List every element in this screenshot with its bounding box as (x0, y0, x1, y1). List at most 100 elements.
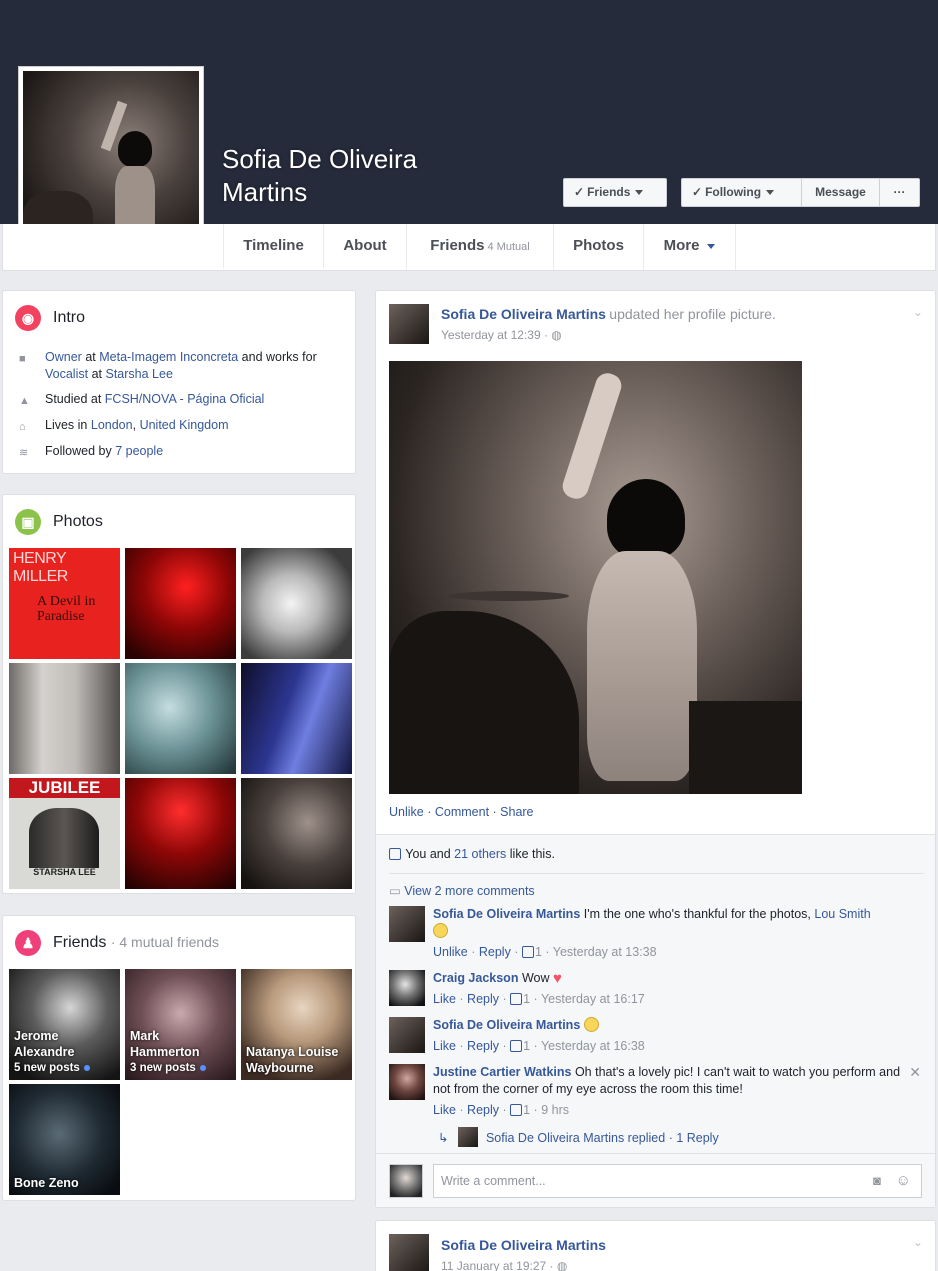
tab-about[interactable]: About (324, 224, 407, 270)
likes-others-link[interactable]: 21 others (454, 847, 506, 861)
tab-more[interactable]: More (644, 224, 736, 270)
comment-time[interactable]: 9 hrs (541, 1103, 569, 1117)
friend-tile[interactable]: Mark Hammerton 3 new posts (125, 969, 236, 1080)
more-options-button[interactable]: ··· (879, 178, 920, 207)
photos-card: ▣ Photos HENRY MILLER A Devil in Paradis… (2, 494, 356, 894)
post-author-link[interactable]: Sofia De Oliveira Martins (441, 306, 606, 322)
friend-posts: 5 new posts (14, 1062, 80, 1074)
country-link[interactable]: United Kingdom (140, 418, 229, 432)
studied-text: Studied at (45, 392, 102, 406)
comment: Sofia De Oliveira Martins (433, 1017, 913, 1034)
comment: Justine Cartier Watkins Oh that's a love… (433, 1064, 903, 1098)
smiley-icon[interactable]: ☺ (896, 1172, 911, 1189)
work-place-link[interactable]: Meta-Imagem Inconcreta (99, 350, 238, 364)
globe-icon: ◍ (551, 328, 562, 342)
photo-thumb[interactable]: JUBILEE STARSHA LEE (9, 778, 120, 889)
close-icon[interactable]: ✕ (909, 1064, 921, 1081)
friend-tile[interactable]: Natanya Louise Waybourne (241, 969, 352, 1080)
work-at-text: at (85, 350, 96, 364)
post-author-avatar[interactable] (389, 1234, 429, 1271)
view-more-link[interactable]: View 2 more comments (404, 884, 534, 898)
reply-arrow-icon: ↳ (438, 1131, 449, 1145)
friends-title[interactable]: Friends (53, 934, 106, 951)
work2-place-link[interactable]: Starsha Lee (106, 367, 173, 381)
comment-input[interactable]: Write a comment... ◙ ☺ (433, 1164, 922, 1198)
photos-title: Photos (53, 513, 103, 530)
photo-icon: ▣ (15, 509, 41, 535)
following-button[interactable]: ✓ Following (681, 178, 802, 207)
current-user-avatar (389, 1164, 423, 1198)
tab-photos[interactable]: Photos (554, 224, 644, 270)
post-author-avatar[interactable] (389, 304, 429, 344)
comment-like-link[interactable]: Like (433, 992, 456, 1006)
comment: Sofia De Oliveira Martins I'm the one wh… (433, 906, 913, 940)
photo-thumb[interactable] (241, 548, 352, 659)
comment-author[interactable]: Craig Jackson (433, 971, 518, 985)
profile-nav: Timeline About Friends 4 Mutual Photos Mo… (2, 224, 936, 271)
share-link[interactable]: Share (500, 805, 533, 819)
post-timestamp[interactable]: 11 January at 19:27 · (441, 1259, 557, 1271)
chevron-down-icon (707, 243, 716, 249)
reply-count: 1 Reply (676, 1131, 719, 1145)
unlike-link[interactable]: Unlike (389, 805, 424, 819)
comment-avatar[interactable] (389, 1017, 425, 1053)
followers-link[interactable]: 7 people (115, 444, 163, 458)
comment-link[interactable]: Comment (435, 805, 489, 819)
photo-thumb[interactable] (125, 778, 236, 889)
comment-reply-link[interactable]: Reply (467, 1103, 499, 1117)
photo-thumb[interactable] (9, 663, 120, 774)
post-timestamp[interactable]: Yesterday at 12:39 · (441, 328, 551, 342)
photo-thumb[interactable] (241, 663, 352, 774)
comment-placeholder: Write a comment... (441, 1174, 546, 1188)
comment-time[interactable]: Yesterday at 13:38 (553, 945, 657, 959)
comment-author[interactable]: Sofia De Oliveira Martins (433, 1018, 580, 1032)
comment-like-link[interactable]: Like (433, 1039, 456, 1053)
comment-author[interactable]: Sofia De Oliveira Martins (433, 907, 580, 921)
mention-link[interactable]: Lou Smith (814, 907, 870, 921)
friend-name-block: Bone Zeno (14, 1175, 79, 1191)
intro-education: ▲ Studied at FCSH/NOVA - Página Oficial (19, 391, 339, 408)
school-link[interactable]: FCSH/NOVA - Página Oficial (105, 392, 265, 406)
comment-avatar[interactable] (389, 970, 425, 1006)
comment-reply-link[interactable]: Reply (479, 945, 511, 959)
photo-thumb[interactable] (241, 778, 352, 889)
intro-work: ■ Owner at Meta-Imagem Inconcreta and wo… (19, 349, 339, 383)
photo-thumb[interactable] (125, 663, 236, 774)
more-options-label: ··· (893, 185, 906, 199)
friend-tile[interactable]: Jerome Alexandre 5 new posts (9, 969, 120, 1080)
post-photo[interactable] (389, 361, 802, 794)
tab-label: More (663, 237, 700, 254)
comment-like-link[interactable]: Unlike (433, 945, 468, 959)
city-link[interactable]: London (91, 418, 133, 432)
tab-timeline[interactable]: Timeline (223, 224, 324, 270)
comment-time[interactable]: Yesterday at 16:17 (541, 992, 645, 1006)
comment-text: I'm the one who's thankful for the photo… (583, 907, 811, 921)
tab-friends[interactable]: Friends 4 Mutual (407, 224, 554, 270)
comment-reply-link[interactable]: Reply (467, 1039, 499, 1053)
comment-avatar[interactable] (389, 906, 425, 942)
reply-summary[interactable]: ↳ Sofia De Oliveira Martins replied · 1 … (438, 1127, 719, 1147)
photo-thumb[interactable] (125, 548, 236, 659)
chevron-down-icon[interactable]: ⌄ (913, 1235, 923, 1249)
friend-tile[interactable]: Bone Zeno (9, 1084, 120, 1195)
work2-role-link[interactable]: Vocalist (45, 367, 88, 381)
post-meta: Yesterday at 12:39 · ◍ (441, 328, 562, 342)
photo-thumb[interactable]: HENRY MILLER A Devil in Paradise (9, 548, 120, 659)
work-role-link[interactable]: Owner (45, 350, 82, 364)
comment-like-link[interactable]: Like (433, 1103, 456, 1117)
comment-avatar[interactable] (389, 1064, 425, 1100)
comment-like-count: 1 (523, 992, 531, 1006)
intro-card: ◉ Intro ■ Owner at Meta-Imagem Inconcret… (2, 290, 356, 474)
friend-name-block: Jerome Alexandre 5 new posts (14, 1028, 94, 1076)
view-more-comments[interactable]: ▭ View 2 more comments (389, 883, 535, 898)
message-button[interactable]: Message (801, 178, 880, 207)
comment-time[interactable]: Yesterday at 16:38 (541, 1039, 645, 1053)
friend-posts: 3 new posts (130, 1062, 196, 1074)
friends-button[interactable]: ✓ Friends (563, 178, 667, 207)
chevron-down-icon[interactable]: ⌄ (913, 305, 923, 319)
comment-reply-link[interactable]: Reply (467, 992, 499, 1006)
comment-author[interactable]: Justine Cartier Watkins (433, 1065, 571, 1079)
camera-icon[interactable]: ◙ (873, 1173, 881, 1188)
heart-emoji-icon: ♥ (553, 970, 562, 987)
post-author-link[interactable]: Sofia De Oliveira Martins (441, 1237, 606, 1253)
